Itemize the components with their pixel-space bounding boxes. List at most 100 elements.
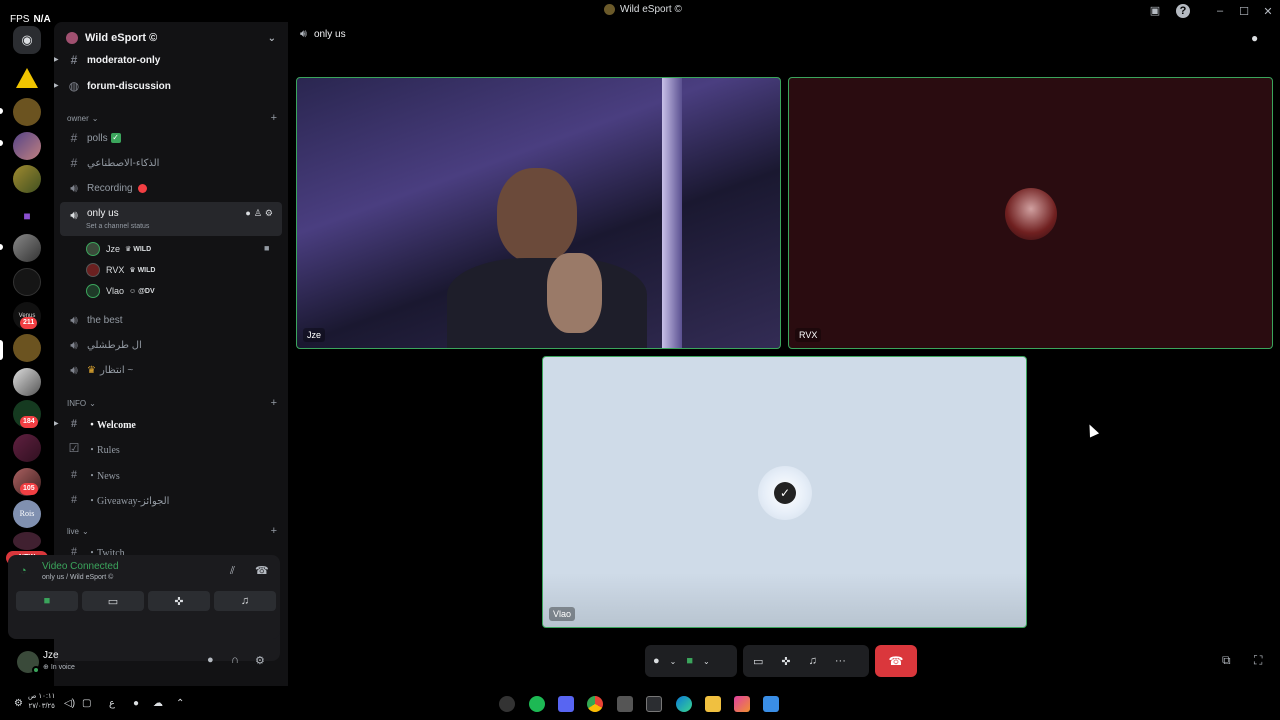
server-icon[interactable] [13,532,41,550]
channel-label: forum-discussion [87,80,171,92]
close-button[interactable]: ✕ [1256,5,1280,18]
add-channel-icon[interactable]: + [271,397,277,409]
channel-recording[interactable]: 🔊︎ Recording [60,176,282,200]
channel-only-us[interactable]: 🔊︎ only us Set a channel status ●♙⚙ [60,202,282,236]
discord-taskbar-icon[interactable] [558,696,574,712]
category-info[interactable]: INFO ⌄ + [67,397,277,409]
voice-member-rvx[interactable]: RVX ♛ WILD [86,261,155,279]
unread-pip [0,140,3,146]
server-icon[interactable] [13,368,41,396]
microphone-icon[interactable]: ● [207,654,214,666]
network-icon[interactable]: ▢ [82,698,91,709]
arrow-right-icon: ▶ [54,57,59,63]
edge-icon[interactable] [676,696,692,712]
start-windows-icon[interactable] [763,696,779,712]
channel-polls[interactable]: # polls ✓ [60,126,282,150]
app-icon[interactable] [617,696,633,712]
server-icon[interactable] [13,434,41,462]
server-rois-icon[interactable]: Rois [13,500,41,528]
video-tile-rvx[interactable]: RVX [788,77,1273,349]
mic-options-chevron-icon[interactable]: ⌄ [670,657,677,666]
video-tile-jze[interactable]: Jze [296,77,781,349]
spotify-icon[interactable] [529,696,545,712]
store-icon[interactable] [646,696,662,712]
video-tile-vlao[interactable]: ✓ Vlao [542,356,1027,628]
signal-icon[interactable]: ◔ [20,565,27,577]
soundboard-button[interactable]: ♫ [809,655,817,667]
server-icon[interactable] [13,132,41,160]
chat-icon[interactable]: ● [245,208,253,218]
maximize-button[interactable]: ☐ [1232,5,1256,18]
add-member-icon[interactable]: ♙ [254,208,265,218]
channel-the-best[interactable]: 🔊︎ the best [60,308,282,332]
activity-button[interactable]: ✜ [781,655,790,668]
category-live[interactable]: live ⌄ + [67,525,277,537]
chrome-icon[interactable] [587,696,603,712]
server-icon[interactable] [13,234,41,262]
channel-rules[interactable]: ☑ ・Rules [60,436,282,460]
file-explorer-icon[interactable] [705,696,721,712]
headphones-icon[interactable]: ∩ [231,654,239,666]
fullscreen-icon[interactable]: ⛶ [1254,653,1262,668]
channel-status-placeholder[interactable]: Set a channel status [86,223,149,230]
leave-call-button[interactable]: ☎ [875,645,917,677]
inbox-icon[interactable]: ▣ [1148,4,1162,18]
system-gear-icon[interactable]: ⚙ [14,698,23,709]
chat-icon[interactable]: ● [1251,31,1258,45]
volume-icon[interactable]: ◁) [64,698,75,709]
channel-waiting[interactable]: 🔊︎ ♛ انتظار ~ [60,358,282,382]
copilot-icon[interactable] [734,696,750,712]
add-channel-icon[interactable]: + [271,112,277,124]
folder-icon[interactable]: ■ [13,202,41,230]
camera-options-chevron-icon[interactable]: ⌄ [703,657,710,666]
discord-home-icon[interactable]: ◉ [13,26,41,54]
username[interactable]: Jze [43,650,59,661]
disconnect-icon[interactable]: ☎ [255,564,269,577]
voice-status[interactable]: Video Connected [42,561,119,572]
channel-tartashli[interactable]: 🔊︎ ال طرطشلي [60,333,282,357]
screen-share-button[interactable]: ▭ [753,655,763,668]
microphone-button[interactable]: ● [653,655,660,667]
channel-ai[interactable]: # الذكاء-الاصطناعي [60,151,282,175]
badge-count: 211 [20,317,38,329]
screen-share-button[interactable]: ▭ [82,591,144,611]
add-channel-icon[interactable]: + [271,525,277,537]
server-wild-selected-icon[interactable] [13,334,41,362]
speaker-icon: 🔊︎ [70,337,78,352]
language-indicator[interactable]: ع [109,698,115,709]
activity-button[interactable]: ✜ [148,591,210,611]
channel-news[interactable]: # ・News [60,462,282,486]
windows-taskbar: ⚙ ١٠:١١ ص ٢٧/٠٣/٢٥ ◁) ▢ ع ● ☁ ⌃ [0,688,1280,720]
help-icon[interactable]: ? [1176,4,1190,18]
noise-suppression-icon[interactable]: ⫽ [230,565,235,578]
channel-label: moderator-only [87,54,161,66]
server-icon[interactable] [13,268,41,296]
channel-actions[interactable]: ●♙⚙ [245,208,276,219]
red-circle-icon [137,183,147,193]
category-owner[interactable]: owner ⌄ + [67,112,277,124]
clock[interactable]: ١٠:١١ ص ٢٧/٠٣/٢٥ [28,692,55,712]
voice-member-jze[interactable]: Jze ♛ WILD [86,240,151,258]
channel-forum-discussion[interactable]: ◍ forum-discussion [60,74,282,98]
camera-button[interactable]: ■ [16,591,78,611]
cloud-icon[interactable]: ☁ [153,698,163,709]
gear-icon[interactable]: ⚙ [265,208,276,218]
channel-moderator-only[interactable]: # moderator-only [60,48,282,72]
more-options-button[interactable]: ··· [835,655,846,667]
chevron-down-icon[interactable]: ⌄ [268,33,276,44]
gear-icon[interactable]: ⚙ [255,654,265,667]
server-wild-icon[interactable] [13,98,41,126]
channel-welcome[interactable]: # ・Welcome [60,411,282,435]
camera-button[interactable]: ■ [686,655,693,667]
channel-giveaway[interactable]: # ・Giveaway-الجوائز [60,487,282,511]
chevron-up-icon[interactable]: ⌃ [176,698,184,709]
server-icon[interactable] [13,165,41,193]
voice-location[interactable]: only us / Wild eSport © [42,574,113,581]
server-warning-icon[interactable] [13,64,41,92]
minimize-button[interactable]: – [1208,5,1232,17]
taskbar-app-icon[interactable] [499,696,515,712]
microphone-tray-icon[interactable]: ● [133,698,139,709]
voice-member-vlao[interactable]: Vlao ☺ @DV [86,282,155,300]
soundboard-button[interactable]: ♫ [214,591,276,611]
pop-out-icon[interactable]: ⧉ [1222,653,1231,668]
